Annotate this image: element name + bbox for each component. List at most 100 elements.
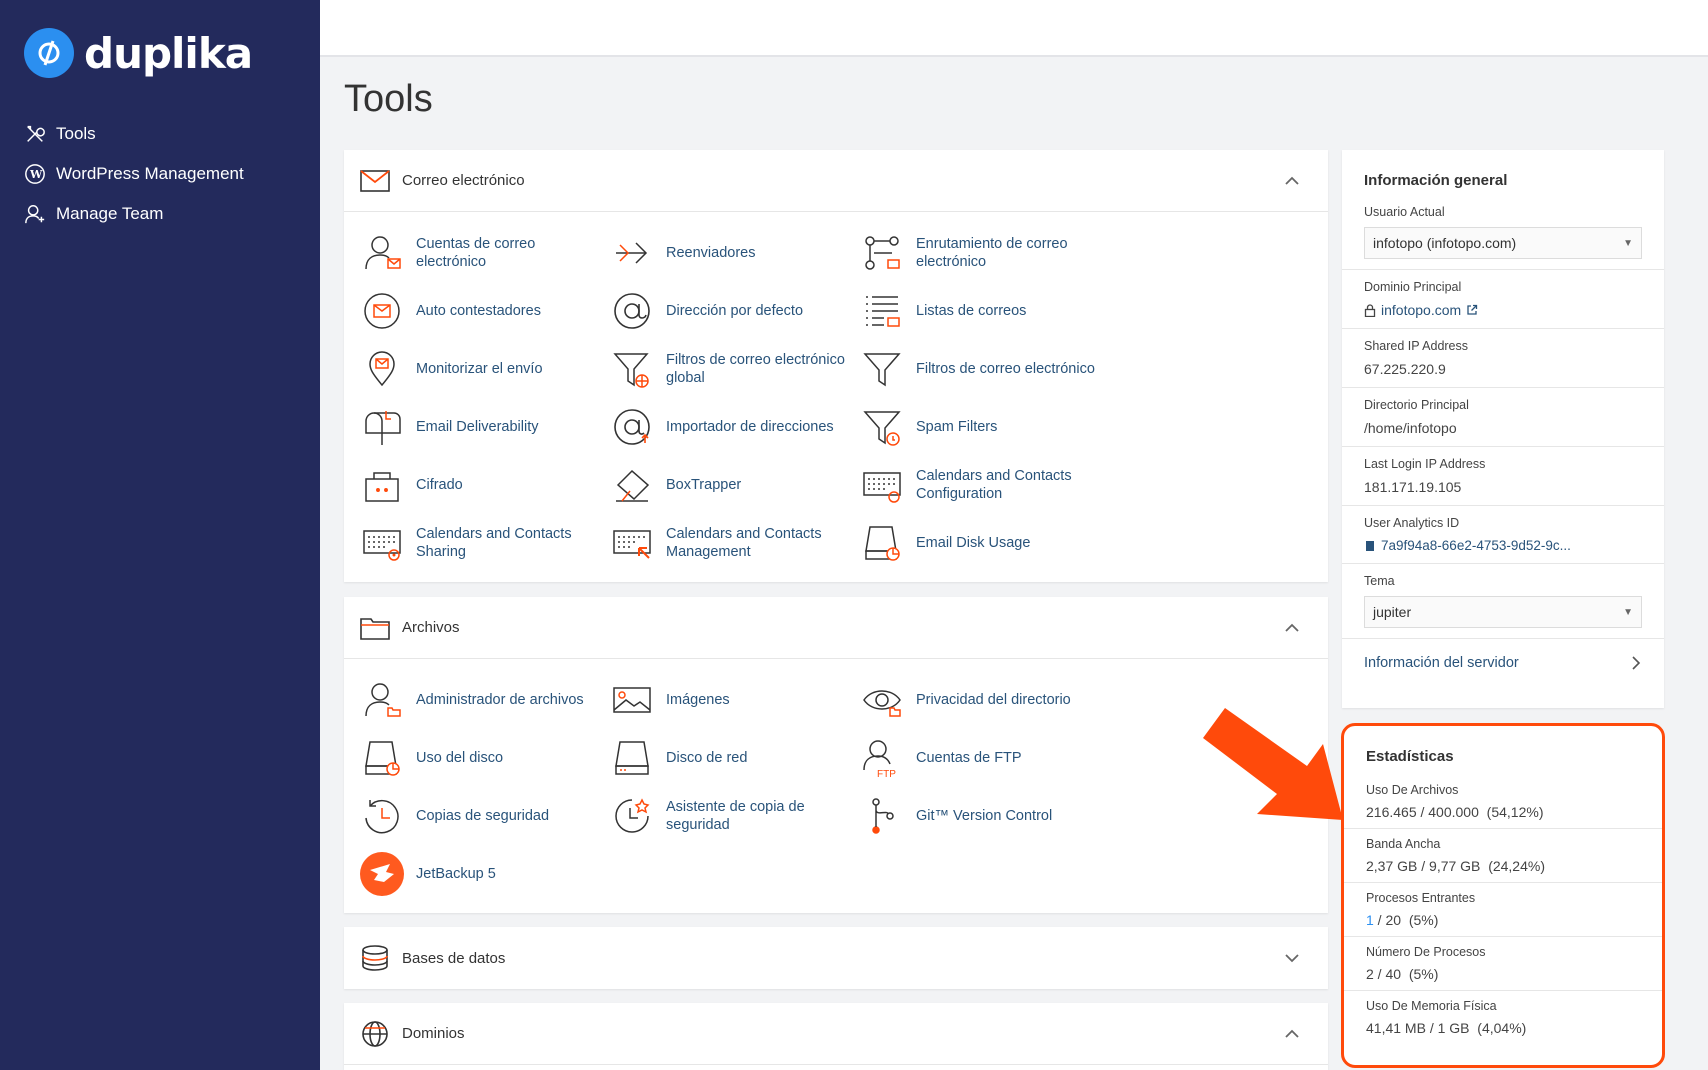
caret-down-icon: ▼ bbox=[1623, 607, 1633, 618]
image-icon bbox=[610, 678, 654, 722]
tool-directory-privacy[interactable]: Privacidad del directorio bbox=[860, 671, 1110, 729]
tool-address-importer[interactable]: Importador de direcciones bbox=[610, 398, 860, 456]
home-dir-label: Directorio Principal bbox=[1364, 398, 1469, 412]
tool-calendars-management[interactable]: Calendars and Contacts Management bbox=[610, 514, 860, 572]
copy-icon[interactable] bbox=[1364, 539, 1376, 552]
annotation-arrow-icon bbox=[1203, 708, 1343, 820]
chevron-down-icon[interactable] bbox=[1282, 948, 1302, 968]
folder-icon bbox=[360, 613, 390, 643]
server-info-link[interactable]: Información del servidor bbox=[1342, 639, 1664, 689]
tool-network-disk[interactable]: Disco de red bbox=[610, 729, 860, 787]
disk-usage-icon bbox=[860, 521, 904, 565]
tools-icon bbox=[27, 125, 45, 142]
files-panel: Archivos Administrador de archivos Imáge… bbox=[344, 597, 1328, 913]
lock-icon bbox=[1364, 303, 1376, 317]
brand-name: duplika bbox=[84, 28, 253, 78]
tool-label: JetBackup 5 bbox=[416, 866, 496, 882]
sidebar-item-tools[interactable]: Tools bbox=[24, 114, 244, 154]
tool-git-version-control[interactable]: Git™ Version Control bbox=[860, 787, 1110, 845]
calendar-grid-icon bbox=[860, 463, 904, 507]
sidebar: duplika Tools W WordPress Management Man… bbox=[0, 0, 320, 1070]
sidebar-item-label: Manage Team bbox=[56, 204, 164, 223]
databases-panel-header[interactable]: Bases de datos bbox=[344, 927, 1328, 989]
backup-clock-icon bbox=[360, 794, 404, 838]
tool-encryption[interactable]: Cifrado bbox=[360, 456, 610, 514]
analytics-label: User Analytics ID bbox=[1364, 516, 1460, 530]
duplika-logo-icon bbox=[24, 28, 74, 78]
files-tools-grid: Administrador de archivos Imágenes Priva… bbox=[344, 659, 1328, 911]
user-mail-icon bbox=[360, 231, 404, 275]
tool-forwarders[interactable]: Reenviadores bbox=[610, 224, 860, 282]
main-domain-link[interactable]: infotopo.com bbox=[1381, 302, 1461, 318]
chevron-up-icon[interactable] bbox=[1282, 1024, 1302, 1044]
stat-label: Uso De Archivos bbox=[1366, 783, 1459, 797]
tool-email-filters[interactable]: Filtros de correo electrónico bbox=[860, 340, 1110, 398]
tool-label: Importador de direcciones bbox=[666, 419, 834, 435]
tool-backups[interactable]: Copias de seguridad bbox=[360, 787, 610, 845]
backup-wizard-icon bbox=[610, 794, 654, 838]
sidebar-item-manage-team[interactable]: Manage Team bbox=[24, 194, 244, 234]
tool-default-address[interactable]: Dirección por defecto bbox=[610, 282, 860, 340]
chevron-up-icon[interactable] bbox=[1282, 171, 1302, 191]
tool-file-manager[interactable]: Administrador de archivos bbox=[360, 671, 610, 729]
server-info-label: Información del servidor bbox=[1364, 655, 1519, 671]
stat-label: Banda Ancha bbox=[1366, 837, 1441, 851]
stat-value-current: 1 bbox=[1366, 912, 1374, 928]
tool-global-email-filters[interactable]: Filtros de correo electrónico global bbox=[610, 340, 860, 398]
team-icon bbox=[25, 205, 45, 224]
tool-ftp-accounts[interactable]: FTP Cuentas de FTP bbox=[860, 729, 1110, 787]
main-domain-row: Dominio Principal infotopo.com bbox=[1342, 270, 1664, 329]
filter-globe-icon bbox=[610, 347, 654, 391]
tool-label: Enrutamiento de correo bbox=[916, 236, 1068, 252]
external-link-icon[interactable] bbox=[1466, 304, 1478, 316]
stat-value: 41,41 MB / 1 GB bbox=[1366, 1020, 1470, 1036]
tool-track-delivery[interactable]: Monitorizar el envío bbox=[360, 340, 610, 398]
tool-spam-filters[interactable]: Spam Filters bbox=[860, 398, 1110, 456]
tool-calendars-configuration[interactable]: Calendars and Contacts Configuration bbox=[860, 456, 1110, 514]
calendar-share-icon bbox=[360, 521, 404, 565]
chevron-up-icon[interactable] bbox=[1282, 618, 1302, 638]
envelope-icon bbox=[360, 166, 390, 196]
tool-label: Spam Filters bbox=[916, 419, 998, 435]
tool-backup-wizard[interactable]: Asistente de copia de seguridad bbox=[610, 787, 860, 845]
tool-label: Auto contestadores bbox=[416, 303, 541, 319]
page-title: Tools bbox=[344, 78, 433, 120]
current-user-row: Usuario Actual infotopo (infotopo.com) ▼ bbox=[1342, 201, 1664, 270]
brand-logo[interactable]: duplika bbox=[24, 28, 253, 78]
analytics-id-value[interactable]: 7a9f94a8-66e2-4753-9d52-9c... bbox=[1381, 538, 1571, 553]
tool-email-routing[interactable]: Enrutamiento de correo electrónico bbox=[860, 224, 1110, 282]
top-bar bbox=[320, 0, 1708, 57]
theme-select[interactable]: jupiter ▼ bbox=[1364, 596, 1642, 628]
tool-label: Disco de red bbox=[666, 750, 748, 766]
current-user-select[interactable]: infotopo (infotopo.com) ▼ bbox=[1364, 227, 1642, 259]
files-panel-header[interactable]: Archivos bbox=[344, 597, 1328, 659]
tool-email-accounts[interactable]: Cuentas de correo electrónico bbox=[360, 224, 610, 282]
tool-label: Privacidad del directorio bbox=[916, 692, 1071, 708]
forward-arrow-icon bbox=[610, 231, 654, 275]
tool-images[interactable]: Imágenes bbox=[610, 671, 860, 729]
tool-label: Email Deliverability bbox=[416, 419, 539, 435]
tool-autoresponders[interactable]: Auto contestadores bbox=[360, 282, 610, 340]
tool-email-deliverability[interactable]: Email Deliverability bbox=[360, 398, 610, 456]
chevron-right-icon bbox=[1632, 656, 1641, 670]
last-login-value: 181.171.19.105 bbox=[1364, 479, 1462, 495]
tool-mailing-lists[interactable]: Listas de correos bbox=[860, 282, 1110, 340]
tool-boxtrapper[interactable]: BoxTrapper bbox=[610, 456, 860, 514]
tool-email-disk-usage[interactable]: Email Disk Usage bbox=[860, 514, 1110, 572]
user-folder-icon bbox=[360, 678, 404, 722]
tool-calendars-sharing[interactable]: Calendars and Contacts Sharing bbox=[360, 514, 610, 572]
stat-value-limit: / 20 bbox=[1373, 912, 1402, 928]
tool-label: Uso del disco bbox=[416, 750, 504, 766]
tool-jetbackup[interactable]: JetBackup 5 bbox=[360, 845, 610, 903]
statistics-card: Estadísticas Uso De Archivos 216.465 / 4… bbox=[1341, 723, 1665, 1068]
stat-process-count: Número De Procesos 2 / 40 (5%) bbox=[1344, 937, 1662, 991]
tool-disk-usage[interactable]: Uso del disco bbox=[360, 729, 610, 787]
tool-label: Asistente de copia de bbox=[666, 799, 805, 815]
email-panel-header[interactable]: Correo electrónico bbox=[344, 150, 1328, 212]
sidebar-item-wordpress[interactable]: W WordPress Management bbox=[24, 154, 244, 194]
domains-panel-title: Dominios bbox=[402, 1025, 465, 1042]
domains-panel-header[interactable]: Dominios bbox=[344, 1003, 1328, 1065]
email-tools-grid: Cuentas de correo electrónico Reenviadore… bbox=[344, 212, 1328, 580]
stat-bandwidth: Banda Ancha 2,37 GB / 9,77 GB (24,24%) bbox=[1344, 829, 1662, 883]
stat-physical-memory: Uso De Memoria Física 41,41 MB / 1 GB (4… bbox=[1344, 991, 1662, 1044]
